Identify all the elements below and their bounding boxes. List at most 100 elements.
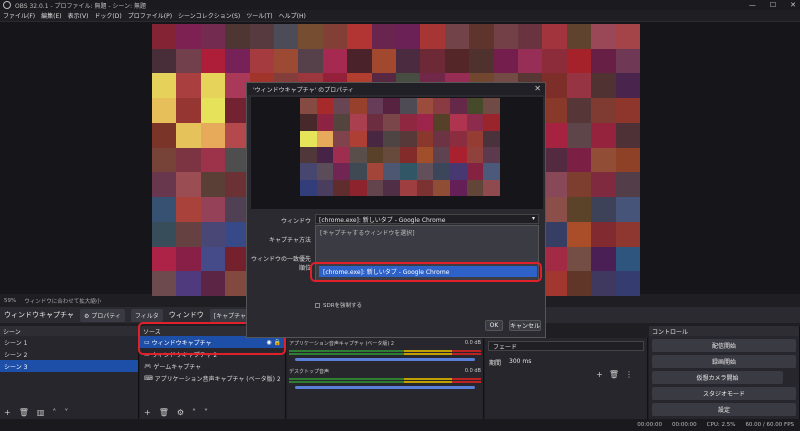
zoom-level[interactable]: 59% [4, 298, 16, 304]
move-up-icon[interactable]: ˄ [192, 408, 196, 417]
mosaic-tile [366, 130, 384, 147]
source-item[interactable]: ⌨ アプリケーション音声キャプチャ (ベータ版) 2 [140, 372, 285, 384]
volume-meter [289, 378, 481, 380]
mosaic-tile [615, 172, 640, 198]
source-item[interactable]: 🎮 ゲームキャプチャ [140, 360, 285, 372]
window-select[interactable]: [chrome.exe]: 新しいタブ - Google Chrome ▾ [315, 214, 539, 224]
delete-icon[interactable]: 🗑 [609, 370, 619, 379]
mosaic-tile [591, 197, 616, 222]
close-icon[interactable]: ✕ [790, 1, 796, 9]
mosaic-tile [416, 147, 434, 164]
add-icon[interactable]: + [144, 408, 151, 417]
mixer-channel-db: 0.0 dB [464, 340, 481, 346]
start-recording-button[interactable]: 録画開始 [652, 355, 796, 368]
mosaic-tile [298, 48, 323, 74]
sdr-checkbox[interactable] [315, 302, 320, 308]
mosaic-tile [349, 130, 367, 147]
dialog-preview [251, 97, 543, 209]
cancel-button[interactable]: キャンセル [509, 320, 541, 331]
transitions-panel: フェード 期間 300 ms + 🗑 ⋮ [485, 338, 648, 419]
filter-icon[interactable]: ▥ [37, 408, 45, 417]
mosaic-tile [469, 24, 494, 49]
mosaic-tile [466, 163, 484, 180]
menu-view[interactable]: 表示(V) [68, 11, 89, 20]
start-streaming-button[interactable]: 配信開始 [652, 339, 796, 352]
properties-button[interactable]: ⚙ プロパティ [79, 308, 125, 322]
menu-file[interactable]: ファイル(F) [3, 11, 35, 20]
mosaic-tile [591, 147, 616, 173]
mosaic-tile [466, 98, 484, 115]
maximize-icon[interactable]: ☐ [770, 1, 776, 9]
duration-value[interactable]: 300 ms [509, 358, 531, 367]
mosaic-tile [566, 221, 592, 247]
move-up-icon[interactable]: ˄ [52, 408, 56, 417]
mosaic-tile [542, 147, 567, 173]
ok-button[interactable]: OK [485, 320, 503, 331]
delete-icon[interactable]: 🗑 [19, 408, 29, 417]
scene-item[interactable]: シーン 1 [0, 336, 138, 348]
scene-item-selected[interactable]: シーン 3 [0, 360, 138, 372]
mosaic-tile [200, 98, 226, 123]
mosaic-tile [542, 271, 567, 296]
scene-item[interactable]: シーン 2 [0, 348, 138, 360]
more-icon[interactable]: ⋮ [625, 370, 633, 379]
volume-slider[interactable] [295, 386, 475, 389]
menu-profile[interactable]: プロファイル(P) [128, 11, 172, 20]
mosaic-tile [333, 163, 350, 180]
mosaic-tile [349, 179, 367, 196]
mosaic-tile [152, 197, 177, 222]
mosaic-tile [383, 130, 400, 147]
mosaic-tile [152, 172, 177, 198]
menu-tools[interactable]: ツール(T) [246, 11, 272, 20]
mosaic-tile [371, 48, 396, 74]
settings-button[interactable]: 設定 [652, 403, 796, 416]
mosaic-tile [200, 147, 226, 173]
move-down-icon[interactable]: ˅ [64, 408, 68, 417]
mixer-channel-header: デスクトップ音声 0.0 dB [287, 364, 483, 377]
mosaic-tile [316, 163, 334, 180]
mosaic-tile [176, 24, 201, 49]
mosaic-tile [349, 114, 367, 131]
mosaic-tile [566, 73, 592, 99]
mosaic-tile [416, 130, 434, 147]
studio-mode-button[interactable]: スタジオモード [652, 387, 796, 400]
menu-edit[interactable]: 編集(E) [41, 11, 61, 20]
minimize-icon[interactable]: — [749, 1, 756, 9]
mosaic-tile [383, 163, 400, 180]
add-icon[interactable]: + [4, 408, 11, 417]
mosaic-tile [300, 147, 317, 164]
mosaic-tile [591, 73, 616, 99]
dropdown-placeholder[interactable]: [キャプチャするウィンドウを選択] [316, 226, 538, 238]
mosaic-tile [225, 24, 250, 49]
mosaic-tile [176, 73, 201, 99]
add-icon[interactable]: + [596, 370, 603, 379]
gear-icon[interactable]: ⚙ [177, 408, 184, 417]
scenes-panel: シーン シーン 1 シーン 2 シーン 3 + 🗑 ▥ ˄ ˅ [0, 326, 139, 419]
delete-icon[interactable]: 🗑 [159, 408, 169, 417]
mosaic-tile [566, 98, 592, 123]
mosaic-tile [591, 122, 616, 148]
mosaic-tile [333, 98, 350, 115]
mosaic-tile [493, 48, 518, 74]
mosaic-tile [483, 163, 500, 180]
volume-meter [289, 381, 481, 383]
transition-type-select[interactable]: フェード [488, 341, 644, 351]
start-virtual-camera-button[interactable]: 仮想カメラ開始 [652, 371, 783, 384]
mosaic-tile [542, 197, 567, 222]
menu-help[interactable]: ヘルプ(H) [279, 11, 306, 20]
volume-meter [289, 350, 481, 352]
volume-slider[interactable] [295, 358, 475, 361]
source-label: アプリケーション音声キャプチャ (ベータ版) 2 [154, 375, 281, 383]
mosaic-tile [298, 24, 323, 49]
menu-scene-collection[interactable]: シーンコレクション(S) [178, 11, 240, 20]
mosaic-tile [249, 48, 274, 74]
close-icon[interactable]: ✕ [534, 84, 541, 93]
mosaic-tile [466, 179, 484, 196]
move-down-icon[interactable]: ˅ [204, 408, 208, 417]
mosaic-tile [200, 73, 226, 99]
filters-button[interactable]: フィルタ [130, 308, 163, 322]
mosaic-tile [322, 24, 348, 49]
mosaic-tile [483, 98, 500, 115]
mosaic-tile [542, 221, 567, 247]
menu-dock[interactable]: ドック(D) [94, 11, 121, 20]
